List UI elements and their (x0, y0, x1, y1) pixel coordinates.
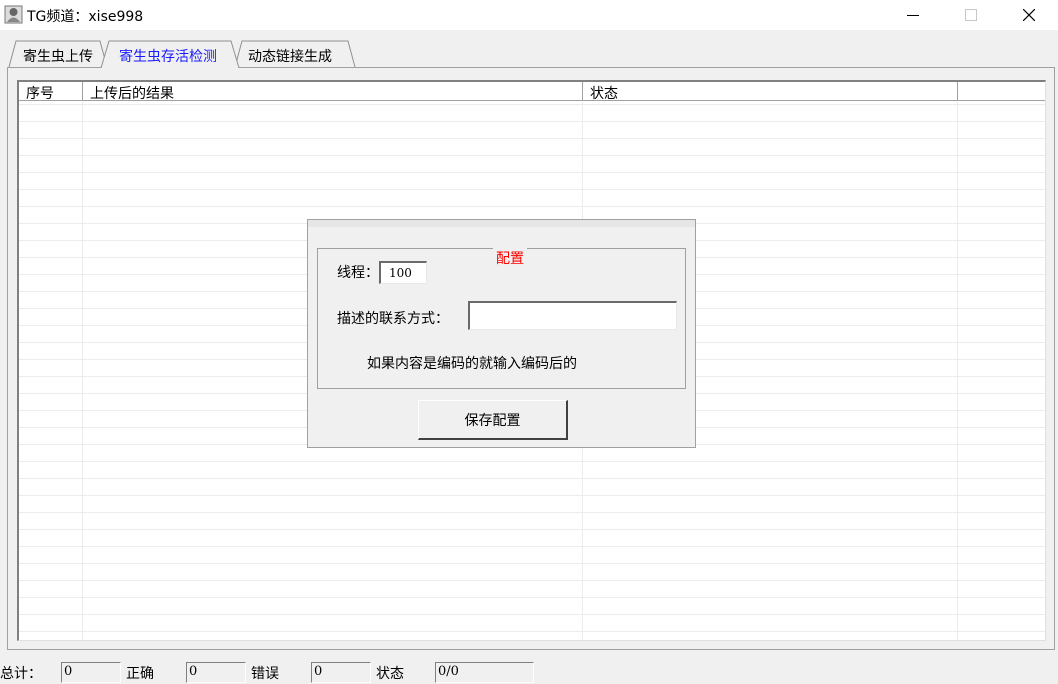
save-config-button[interactable]: 保存配置 (418, 400, 568, 440)
config-groupbox: 配置 线程： 100 描述的联系方式： 如果内容是编码的就输入编码后的 (317, 248, 686, 389)
window-title: TG频道：xise998 (27, 9, 144, 25)
error-count: 0 (314, 664, 323, 679)
save-config-label: 保存配置 (464, 412, 521, 429)
maximize-icon (965, 9, 977, 21)
config-panel: 配置 线程： 100 描述的联系方式： 如果内容是编码的就输入编码后的 保存配置 (307, 219, 696, 448)
threads-input[interactable]: 100 (379, 261, 427, 284)
listview-header: 序号 上传后的结果 状态 (19, 82, 1045, 102)
title-bar: TG频道：xise998 (0, 0, 1058, 30)
tab-label: 寄生虫上传 (23, 49, 93, 65)
correct-count: 0 (189, 664, 198, 679)
column-label: 序号 (26, 86, 54, 102)
error-label: 错误 (251, 666, 279, 682)
close-button[interactable] (1000, 0, 1058, 30)
column-header-status[interactable]: 状态 (583, 82, 958, 102)
tab-label: 动态链接生成 (248, 49, 332, 65)
error-count-box: 0 (311, 662, 371, 683)
threads-value: 100 (389, 266, 412, 280)
state-value: 0/0 (438, 664, 459, 679)
close-icon (1023, 9, 1035, 21)
maximize-button[interactable] (942, 0, 1000, 30)
column-label: 上传后的结果 (90, 86, 174, 102)
app-icon (4, 5, 23, 24)
threads-label: 线程： (337, 265, 379, 281)
minimize-button[interactable] (884, 0, 942, 30)
config-legend: 配置 (493, 248, 527, 268)
total-count: 0 (64, 664, 73, 679)
total-label: 总计： (0, 666, 42, 682)
contact-input[interactable] (468, 301, 677, 330)
correct-count-box: 0 (186, 662, 246, 683)
config-panel-header (308, 220, 695, 227)
minimize-icon (907, 15, 919, 16)
column-label: 状态 (590, 86, 618, 102)
tab-parasite-alive-check[interactable]: 寄生虫存活检测 (100, 40, 240, 68)
column-header-result[interactable]: 上传后的结果 (83, 82, 583, 102)
status-bar: 总计： 0 正确 0 错误 0 状态 0/0 (0, 659, 1058, 684)
column-header-extra[interactable] (958, 82, 1045, 101)
tab-parasite-upload[interactable]: 寄生虫上传 (8, 40, 108, 68)
tab-bar: 寄生虫上传 动态链接生成 寄生虫存活检测 (0, 40, 1058, 68)
state-value-box: 0/0 (435, 662, 534, 683)
column-header-index[interactable]: 序号 (19, 82, 83, 102)
state-label: 状态 (376, 666, 404, 682)
total-count-box: 0 (61, 662, 121, 683)
tab-label: 寄生虫存活检测 (119, 49, 217, 65)
encoding-hint: 如果内容是编码的就输入编码后的 (367, 356, 577, 372)
tab-dynamic-link[interactable]: 动态链接生成 (234, 40, 356, 68)
correct-label: 正确 (126, 666, 154, 682)
contact-label: 描述的联系方式： (337, 311, 449, 327)
